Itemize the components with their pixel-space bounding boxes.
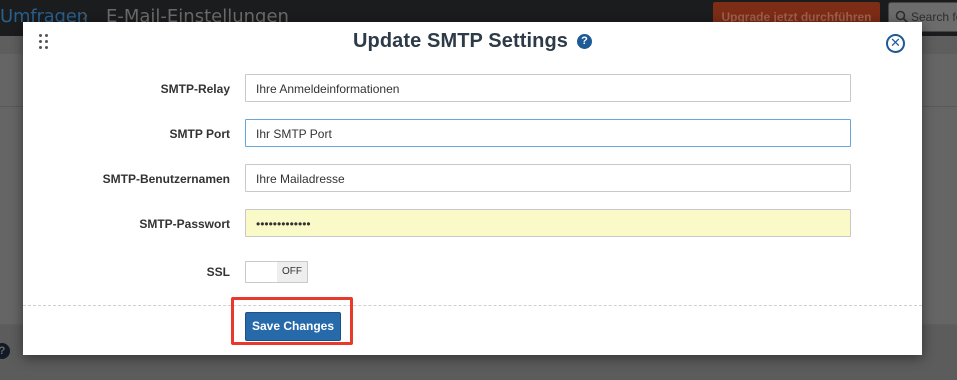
form-row-smtp-password: SMTP-Passwort ••••••••••••• [23,209,922,239]
form-row-smtp-username: SMTP-Benutzernamen Ihre Mailadresse [23,164,922,194]
form-row-smtp-port: SMTP Port Ihr SMTP Port [23,119,922,149]
modal-header: Update SMTP Settings ? [23,30,922,53]
smtp-port-input[interactable]: Ihr SMTP Port [245,119,851,147]
smtp-settings-modal: Update SMTP Settings ? ✕ SMTP-Relay Ihre… [23,22,922,355]
smtp-password-label: SMTP-Passwort [139,217,230,231]
ssl-toggle[interactable]: OFF [245,261,308,283]
ssl-toggle-state: OFF [277,262,307,282]
smtp-port-label: SMTP Port [169,127,230,141]
modal-title: Update SMTP Settings [353,30,568,52]
close-icon[interactable]: ✕ [886,34,905,53]
save-changes-button[interactable]: Save Changes [245,312,341,341]
toggle-knob [246,262,276,282]
ssl-label: SSL [206,265,230,279]
smtp-password-input[interactable]: ••••••••••••• [245,209,851,237]
smtp-username-label: SMTP-Benutzernamen [102,172,230,186]
smtp-relay-label: SMTP-Relay [160,82,230,96]
smtp-relay-input[interactable]: Ihre Anmeldeinformationen [245,74,851,102]
smtp-username-input[interactable]: Ihre Mailadresse [245,164,851,192]
footer-divider [23,305,922,306]
form-row-smtp-relay: SMTP-Relay Ihre Anmeldeinformationen [23,74,922,104]
help-icon[interactable]: ? [577,34,592,49]
